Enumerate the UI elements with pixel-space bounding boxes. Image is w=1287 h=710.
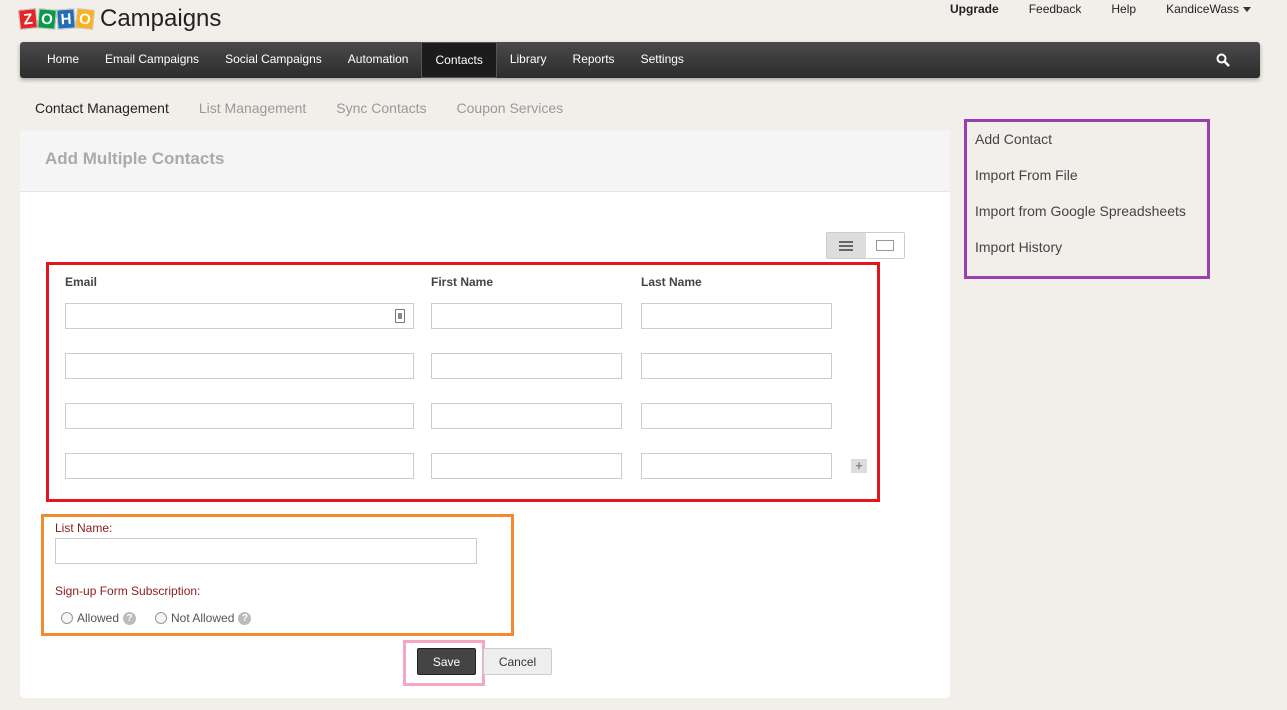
last-name-column-label: Last Name bbox=[641, 275, 702, 289]
grid-view-button[interactable] bbox=[866, 233, 905, 258]
email-field-2[interactable] bbox=[65, 353, 414, 379]
logo-letter-o: O bbox=[37, 8, 57, 30]
feedback-link[interactable]: Feedback bbox=[1029, 2, 1082, 16]
nav-reports[interactable]: Reports bbox=[560, 42, 628, 78]
radio-not-allowed-circle[interactable] bbox=[155, 612, 167, 624]
top-links: Upgrade Feedback Help KandiceWass bbox=[950, 2, 1251, 16]
first-name-field-3[interactable] bbox=[431, 403, 622, 429]
list-name-input[interactable] bbox=[55, 538, 477, 564]
email-field-3[interactable] bbox=[65, 403, 414, 429]
brand-name: Campaigns bbox=[100, 5, 222, 32]
user-menu[interactable]: KandiceWass bbox=[1166, 2, 1251, 16]
page-title: Add Multiple Contacts bbox=[45, 149, 225, 168]
radio-allowed-label: Allowed bbox=[77, 611, 120, 625]
signup-subscription-label: Sign-up Form Subscription: bbox=[55, 584, 201, 598]
card-header: Add Multiple Contacts bbox=[20, 130, 950, 192]
nav-email-campaigns[interactable]: Email Campaigns bbox=[92, 42, 212, 78]
logo-letter-o2: O bbox=[75, 8, 95, 30]
search-icon[interactable] bbox=[1216, 53, 1230, 67]
email-field-1[interactable] bbox=[65, 303, 414, 329]
radio-allowed[interactable]: Allowed ? bbox=[61, 611, 137, 625]
logo-letter-h: H bbox=[56, 8, 76, 30]
tab-sync-contacts[interactable]: Sync Contacts bbox=[336, 100, 426, 116]
last-name-field-3[interactable] bbox=[641, 403, 832, 429]
list-name-label: List Name: bbox=[55, 521, 113, 535]
list-view-icon bbox=[839, 240, 854, 251]
import-history-link[interactable]: Import History bbox=[975, 237, 1199, 273]
zoho-logo-mark: Z O H O bbox=[18, 8, 95, 30]
grid-view-icon bbox=[875, 240, 894, 251]
first-name-field-1[interactable] bbox=[431, 303, 622, 329]
help-icon[interactable]: ? bbox=[123, 611, 137, 625]
tab-contact-management[interactable]: Contact Management bbox=[35, 100, 169, 116]
import-google-spreadsheets-link[interactable]: Import from Google Spreadsheets bbox=[975, 201, 1199, 237]
email-column-label: Email bbox=[65, 275, 98, 289]
last-name-field-1[interactable] bbox=[641, 303, 832, 329]
contacts-grid: Email First Name Last Name + bbox=[46, 262, 880, 502]
logo-letter-z: Z bbox=[18, 8, 38, 30]
nav-contacts[interactable]: Contacts bbox=[421, 42, 497, 78]
list-view-button[interactable] bbox=[827, 233, 866, 258]
nav-settings[interactable]: Settings bbox=[628, 42, 697, 78]
cancel-button[interactable]: Cancel bbox=[483, 648, 552, 675]
help-icon[interactable]: ? bbox=[238, 611, 252, 625]
import-from-file-link[interactable]: Import From File bbox=[975, 165, 1199, 201]
contact-card-icon[interactable] bbox=[395, 309, 405, 323]
radio-not-allowed[interactable]: Not Allowed ? bbox=[155, 611, 252, 625]
radio-allowed-circle[interactable] bbox=[61, 612, 73, 624]
view-toggle bbox=[826, 232, 905, 259]
chevron-down-icon bbox=[1243, 7, 1251, 13]
last-name-field-2[interactable] bbox=[641, 353, 832, 379]
first-name-field-4[interactable] bbox=[431, 453, 622, 479]
help-link[interactable]: Help bbox=[1111, 2, 1136, 16]
main-nav: Home Email Campaigns Social Campaigns Au… bbox=[20, 42, 1260, 78]
upgrade-link[interactable]: Upgrade bbox=[950, 2, 999, 16]
email-field-4[interactable] bbox=[65, 453, 414, 479]
tab-coupon-services[interactable]: Coupon Services bbox=[457, 100, 564, 116]
add-contact-link[interactable]: Add Contact bbox=[975, 129, 1199, 165]
last-name-field-4[interactable] bbox=[641, 453, 832, 479]
nav-social-campaigns[interactable]: Social Campaigns bbox=[212, 42, 335, 78]
add-contacts-card: Add Multiple Contacts Email First Name L… bbox=[20, 130, 950, 698]
add-row-button[interactable]: + bbox=[851, 459, 867, 473]
zoho-campaigns-logo[interactable]: Z O H O Campaigns bbox=[18, 4, 222, 34]
radio-not-allowed-label: Not Allowed bbox=[171, 611, 235, 625]
list-settings: List Name: Sign-up Form Subscription: Al… bbox=[41, 514, 514, 636]
nav-library[interactable]: Library bbox=[497, 42, 560, 78]
first-name-field-2[interactable] bbox=[431, 353, 622, 379]
sub-nav: Contact Management List Management Sync … bbox=[35, 100, 563, 116]
save-button[interactable]: Save bbox=[417, 648, 476, 675]
first-name-column-label: First Name bbox=[431, 275, 494, 289]
nav-home[interactable]: Home bbox=[34, 42, 92, 78]
contact-actions-panel: Add Contact Import From File Import from… bbox=[964, 119, 1210, 279]
tab-list-management[interactable]: List Management bbox=[199, 100, 306, 116]
nav-automation[interactable]: Automation bbox=[335, 42, 422, 78]
user-name: KandiceWass bbox=[1166, 2, 1239, 16]
